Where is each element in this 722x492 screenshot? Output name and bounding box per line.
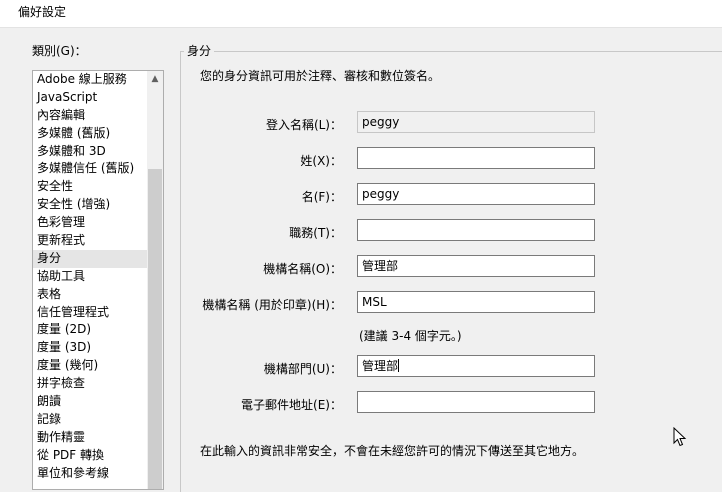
category-item[interactable]: 多媒體信任 (舊版) — [33, 160, 148, 178]
category-item[interactable]: 多媒體和 3D — [33, 143, 148, 161]
category-item[interactable]: 記錄 — [33, 411, 148, 429]
scroll-up-arrow-icon[interactable]: ▲ — [147, 71, 163, 88]
category-item[interactable]: JavaScript — [33, 89, 148, 107]
category-item[interactable]: 身分 — [33, 249, 148, 268]
category-list-items: Adobe 線上服務 JavaScript 內容編輯 多媒體 (舊版) 多媒體和 3D 多… — [33, 71, 148, 482]
category-item[interactable]: 單位和參考線 — [33, 465, 148, 483]
text-caret — [398, 359, 400, 372]
category-item[interactable]: 從 PDF 轉換 — [33, 447, 148, 465]
organization-name-field[interactable]: 管理部 — [357, 255, 595, 277]
login-name-field: peggy — [357, 111, 595, 133]
mouse-cursor-icon — [673, 427, 687, 447]
job-title-field[interactable] — [357, 219, 595, 241]
category-item[interactable]: 安全性 — [33, 178, 148, 196]
window-title: 偏好設定 — [18, 5, 67, 19]
identity-intro-text: 您的身分資訊可用於注釋、審核和數位簽名。 — [200, 69, 441, 83]
category-item[interactable]: Adobe 線上服務 — [33, 71, 148, 89]
category-item[interactable]: 度量 (2D) — [33, 321, 148, 339]
category-item[interactable]: 安全性 (增強) — [33, 196, 148, 214]
first-name-field[interactable]: peggy — [357, 183, 595, 205]
email-field[interactable] — [357, 391, 595, 413]
category-item[interactable]: 拼字檢查 — [33, 375, 148, 393]
category-item[interactable]: 動作精靈 — [33, 429, 148, 447]
category-item[interactable]: 朗讀 — [33, 393, 148, 411]
title-bar: 偏好設定 — [0, 0, 722, 28]
category-item[interactable]: 內容編輯 — [33, 107, 148, 125]
job-title-label: 職務(T)： — [289, 226, 342, 240]
last-name-field[interactable] — [357, 147, 595, 169]
category-item[interactable]: 度量 (3D) — [33, 339, 148, 357]
category-item[interactable]: 多媒體 (舊版) — [33, 125, 148, 143]
organization-stamp-field[interactable]: MSL — [357, 291, 595, 313]
department-field[interactable]: 管理部 — [357, 355, 595, 377]
first-name-label: 名(F)： — [301, 190, 342, 204]
scroll-thumb[interactable] — [148, 169, 162, 489]
category-item[interactable]: 信任管理程式 — [33, 304, 148, 322]
category-item[interactable]: 度量 (幾何) — [33, 357, 148, 375]
organization-name-label: 機構名稱(O)： — [263, 262, 342, 276]
department-field-value: 管理部 — [362, 359, 399, 373]
identity-group-title: 身分 — [184, 42, 215, 59]
category-label: 類別(G)： — [32, 44, 87, 58]
last-name-label: 姓(X)： — [300, 154, 342, 168]
login-name-label: 登入名稱(L)： — [265, 118, 342, 132]
category-item[interactable]: 色彩管理 — [33, 214, 148, 232]
category-list[interactable]: Adobe 線上服務 JavaScript 內容編輯 多媒體 (舊版) 多媒體和 3D 多… — [32, 70, 164, 490]
stamp-hint-text: (建議 3-4 個字元。) — [359, 329, 462, 343]
department-label: 機構部門(U)： — [263, 362, 342, 376]
category-scrollbar[interactable]: ▲ — [147, 71, 163, 489]
category-item[interactable]: 更新程式 — [33, 232, 148, 250]
privacy-footer-text: 在此輸入的資訊非常安全，不會在未經您許可的情況下傳送至其它地方。 — [200, 444, 585, 458]
category-item[interactable]: 表格 — [33, 286, 148, 304]
organization-stamp-label: 機構名稱 (用於印章)(H)： — [202, 298, 342, 312]
email-label: 電子郵件地址(E)： — [241, 398, 342, 412]
category-item[interactable]: 協助工具 — [33, 268, 148, 286]
